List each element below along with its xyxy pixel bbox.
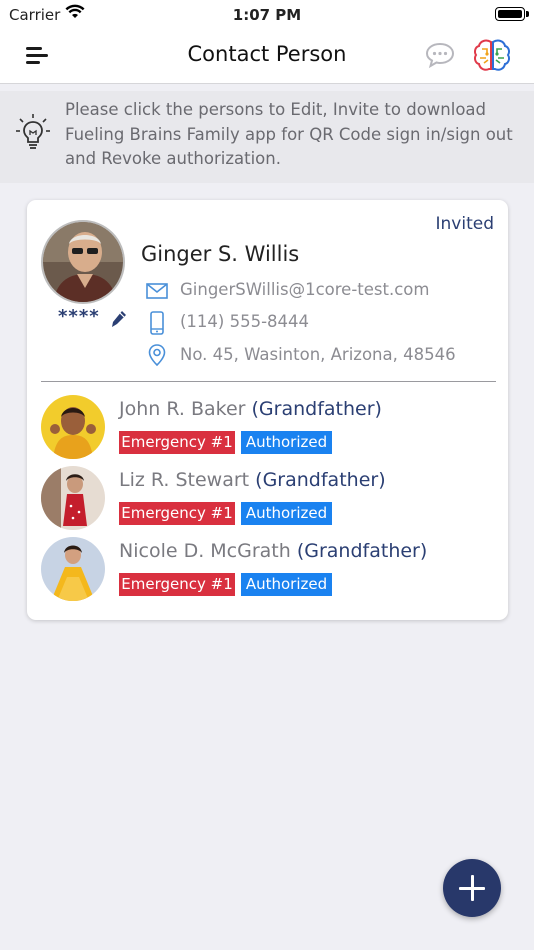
list-item[interactable]: Liz R. Stewart (Grandfather) Emergency #… [41, 466, 501, 532]
authorized-badge: Authorized [241, 573, 332, 596]
chat-icon [425, 42, 455, 69]
mail-icon [145, 279, 169, 303]
list-item[interactable]: Nicole D. McGrath (Grandfather) Emergenc… [41, 537, 501, 603]
child-name: Liz R. Stewart [119, 469, 250, 491]
emergency-badge: Emergency #1 [119, 573, 235, 596]
child-name: John R. Baker [119, 398, 246, 420]
child-name: Nicole D. McGrath [119, 540, 291, 562]
brain-logo-button[interactable] [472, 36, 512, 76]
contact-phone[interactable]: (114) 555-8444 [180, 312, 309, 331]
location-pin-icon [145, 343, 169, 367]
chat-button[interactable] [424, 40, 456, 70]
avatar [41, 395, 105, 459]
child-relation: (Grandfather) [251, 398, 382, 420]
add-contact-button[interactable] [443, 859, 501, 917]
battery-icon [495, 7, 529, 21]
brain-logo-icon [474, 39, 510, 71]
avatar [41, 537, 105, 601]
list-item-name: John R. Baker (Grandfather) [119, 398, 382, 420]
authorized-badge: Authorized [241, 502, 332, 525]
contact-name: Ginger S. Willis [141, 242, 300, 266]
contact-address: No. 45, Wasinton, Arizona, 48546 [180, 345, 456, 364]
contact-email[interactable]: GingerSWillis@1core-test.com [180, 280, 429, 299]
list-item-name: Liz R. Stewart (Grandfather) [119, 469, 386, 491]
phone-icon [145, 311, 169, 335]
edit-pin-button[interactable] [111, 310, 127, 328]
authorized-badge: Authorized [241, 431, 332, 454]
nav-bar: Contact Person [0, 30, 534, 84]
status-bar: Carrier 1:07 PM [0, 0, 534, 30]
avatar[interactable] [41, 220, 125, 304]
contact-card[interactable]: Invited **** Ginger S. Willis GingerSWil… [27, 200, 508, 620]
invite-status: Invited [435, 214, 495, 234]
divider [41, 381, 496, 382]
avatar [41, 466, 105, 530]
pencil-icon [112, 311, 126, 327]
status-time: 1:07 PM [232, 6, 302, 24]
emergency-badge: Emergency #1 [119, 502, 235, 525]
list-item[interactable]: John R. Baker (Grandfather) Emergency #1… [41, 395, 501, 461]
pin-mask: **** [58, 306, 100, 327]
list-item-name: Nicole D. McGrath (Grandfather) [119, 540, 427, 562]
child-relation: (Grandfather) [296, 540, 428, 562]
emergency-badge: Emergency #1 [119, 431, 235, 454]
info-banner: Please click the persons to Edit, Invite… [0, 91, 534, 183]
info-banner-text: Please click the persons to Edit, Invite… [65, 100, 513, 168]
child-relation: (Grandfather) [255, 469, 386, 491]
lightbulb-icon [15, 113, 51, 153]
